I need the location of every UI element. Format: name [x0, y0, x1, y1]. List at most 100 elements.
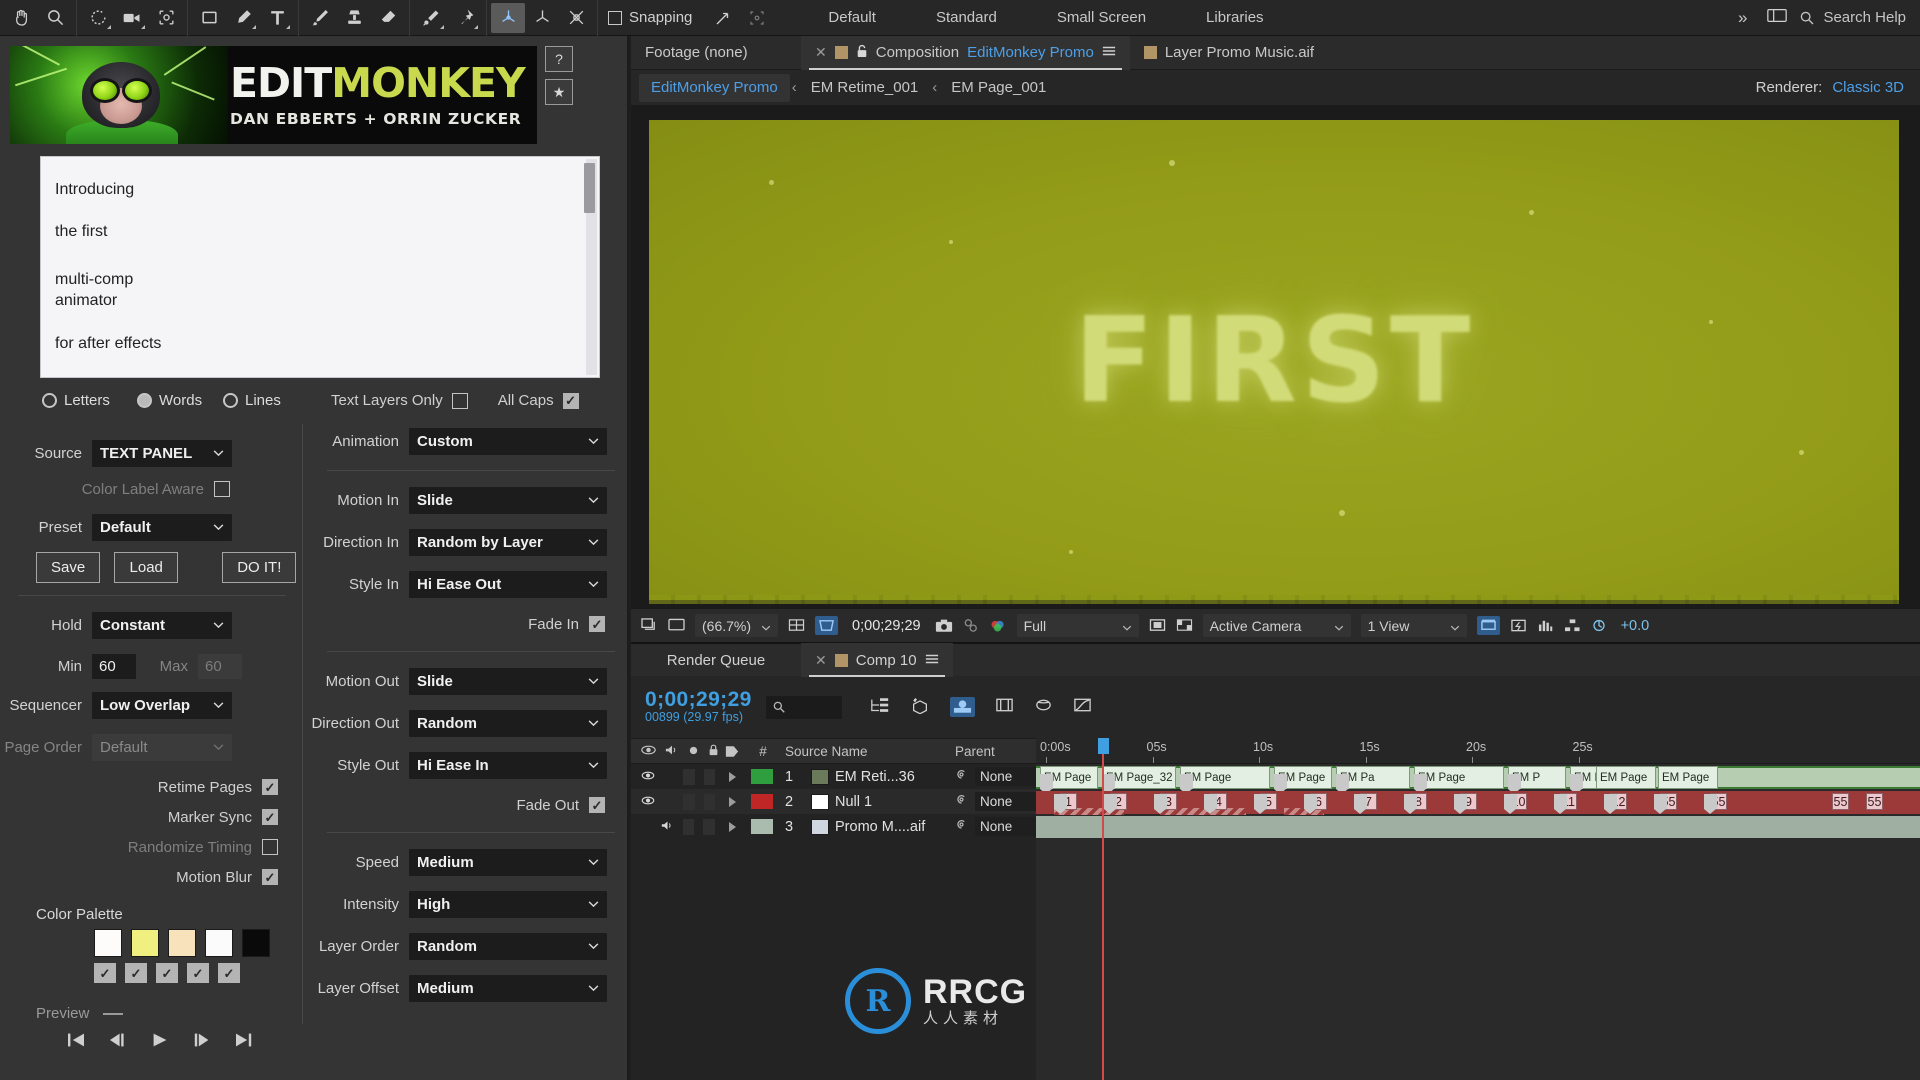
world-axis-mode-icon[interactable] — [525, 3, 559, 33]
scope-words-radio[interactable]: Words — [137, 392, 223, 409]
workspace-small-screen[interactable]: Small Screen — [1027, 0, 1176, 36]
layer-label-color[interactable] — [749, 769, 775, 784]
layer-offset-dropdown[interactable]: Medium — [409, 974, 607, 1002]
save-button[interactable]: Save — [36, 552, 101, 583]
text-panel-editor[interactable]: Introducing the first multi-comp animato… — [40, 156, 600, 378]
source-dropdown[interactable]: TEXT PANEL — [92, 439, 232, 467]
layer-switches[interactable] — [631, 793, 716, 810]
retime-pages-checkbox[interactable] — [262, 779, 278, 795]
chunk-marker[interactable] — [1180, 774, 1193, 794]
brush-tool[interactable] — [303, 3, 337, 33]
workspace-overflow-icon[interactable]: » — [1730, 8, 1755, 28]
comp-flowchart-icon[interactable] — [1564, 618, 1581, 633]
palette-checkbox-4[interactable] — [218, 963, 240, 983]
solo-toggle[interactable] — [683, 793, 695, 810]
expand-arrow-icon[interactable] — [715, 821, 749, 832]
layer-label-color[interactable] — [749, 794, 775, 809]
frame-blending-icon[interactable] — [995, 697, 1014, 717]
layer-source-name[interactable]: EM Reti...36 — [803, 768, 931, 785]
layer-marker[interactable] — [1104, 794, 1117, 814]
current-time-indicator-head[interactable] — [1098, 738, 1109, 754]
composition-mini-flowchart-icon[interactable] — [870, 697, 890, 718]
tab-comp-10[interactable]: ✕ Comp 10 — [801, 643, 953, 677]
motion-out-dropdown[interactable]: Slide — [409, 667, 607, 695]
layer-chunk[interactable]: EM Page — [1180, 766, 1270, 789]
column-header-number[interactable]: # — [749, 744, 777, 759]
expand-arrow-icon[interactable] — [715, 796, 749, 807]
parent-pickwhip-icon[interactable] — [955, 793, 968, 810]
layer-marker[interactable] — [1154, 794, 1167, 814]
eraser-tool[interactable] — [371, 3, 405, 33]
intensity-dropdown[interactable]: High — [409, 890, 607, 918]
scope-letters-radio[interactable]: Letters — [42, 392, 137, 409]
clone-stamp-tool[interactable] — [337, 3, 371, 33]
column-header-parent[interactable]: Parent — [905, 744, 1055, 759]
close-icon[interactable]: ✕ — [815, 652, 827, 669]
layer-label-color[interactable] — [749, 819, 775, 834]
play-button[interactable] — [150, 1032, 170, 1052]
fade-in-row[interactable]: Fade In — [309, 609, 629, 639]
close-icon[interactable]: ✕ — [815, 44, 827, 61]
snapping-toggle[interactable]: Snapping — [598, 9, 702, 26]
tab-composition[interactable]: ✕ Composition EditMonkey Promo — [801, 35, 1130, 70]
layer-chunk[interactable]: EM Page — [1596, 766, 1656, 789]
text-panel-scroll-thumb[interactable] — [584, 163, 595, 213]
zoom-level-dropdown[interactable]: (66.7%) — [695, 614, 779, 637]
rotation-tool[interactable] — [81, 3, 115, 33]
layer-marker[interactable] — [1604, 794, 1617, 814]
palette-swatch-2[interactable] — [168, 929, 196, 957]
palette-checkbox-0[interactable] — [94, 963, 116, 983]
lock-toggle[interactable] — [703, 768, 716, 785]
palette-swatch-1[interactable] — [131, 929, 159, 957]
zoom-tool[interactable] — [38, 3, 72, 33]
marker-sync-row[interactable]: Marker Sync — [0, 802, 300, 832]
motion-in-dropdown[interactable]: Slide — [409, 486, 607, 514]
parent-pickwhip-icon[interactable] — [955, 818, 968, 835]
chunk-marker[interactable] — [1040, 774, 1053, 794]
workspace-standard[interactable]: Standard — [906, 0, 1027, 36]
roto-brush-tool[interactable] — [414, 3, 448, 33]
tab-layer[interactable]: Layer Promo Music.aif — [1130, 36, 1328, 70]
video-toggle-icon[interactable] — [641, 769, 655, 785]
help-button[interactable]: ? — [545, 46, 573, 72]
timeline-graph-icon[interactable] — [1537, 618, 1554, 633]
go-to-end-button[interactable] — [234, 1032, 254, 1052]
palette-swatch-0[interactable] — [94, 929, 122, 957]
layer-source-name[interactable]: Promo M....aif — [803, 818, 931, 835]
layer-chunk[interactable]: EM Page — [1658, 766, 1718, 789]
view-layout-dropdown[interactable]: 1 View — [1360, 614, 1467, 637]
scope-lines-radio[interactable]: Lines — [223, 392, 307, 409]
hand-tool[interactable] — [4, 3, 38, 33]
region-of-interest-icon[interactable] — [815, 616, 839, 635]
layer-switches[interactable] — [631, 818, 715, 835]
animation-dropdown[interactable]: Custom — [409, 427, 607, 455]
breadcrumb-item-2[interactable]: EM Page_001 — [939, 79, 1058, 96]
panel-menu-icon[interactable] — [925, 652, 939, 669]
palette-checkbox-2[interactable] — [156, 963, 178, 983]
timeline-graph-area[interactable]: 0:00s 05s 10s 15s 20s 25s EM Page EM Page_32 EM… — [1036, 738, 1920, 1080]
search-help-box[interactable]: Search Help — [1799, 9, 1906, 26]
timeline-timecode[interactable]: 0;00;29;29 — [645, 689, 752, 711]
timeline-ruler[interactable]: 0:00s 05s 10s 15s 20s 25s — [1036, 738, 1920, 764]
page-order-dropdown[interactable]: Default — [92, 733, 232, 761]
marker-sync-checkbox[interactable] — [262, 809, 278, 825]
lock-toggle[interactable] — [703, 793, 716, 810]
layer-marker[interactable] — [1404, 794, 1417, 814]
region-target-icon[interactable] — [1149, 618, 1166, 633]
layer-chunk[interactable]: EM Page — [1414, 766, 1504, 789]
min-input[interactable]: 60 — [92, 653, 136, 679]
transparency-grid-icon[interactable] — [1176, 618, 1193, 633]
grid-guides-icon[interactable] — [788, 618, 805, 633]
snapping-checkbox[interactable] — [608, 10, 622, 25]
tab-render-queue[interactable]: Render Queue — [631, 643, 801, 677]
local-axis-mode-icon[interactable] — [491, 2, 525, 33]
previous-frame-button[interactable] — [108, 1032, 128, 1052]
layer-marker[interactable] — [1054, 794, 1067, 814]
fade-out-row[interactable]: Fade Out — [309, 790, 629, 820]
snapshot-camera-icon[interactable] — [935, 618, 953, 633]
workspace-menu-icon[interactable] — [1767, 8, 1788, 27]
pen-tool[interactable] — [226, 3, 260, 33]
layer-marker[interactable] — [1304, 794, 1317, 814]
fade-out-checkbox[interactable] — [589, 797, 605, 813]
all-caps-checkbox[interactable] — [562, 392, 579, 409]
